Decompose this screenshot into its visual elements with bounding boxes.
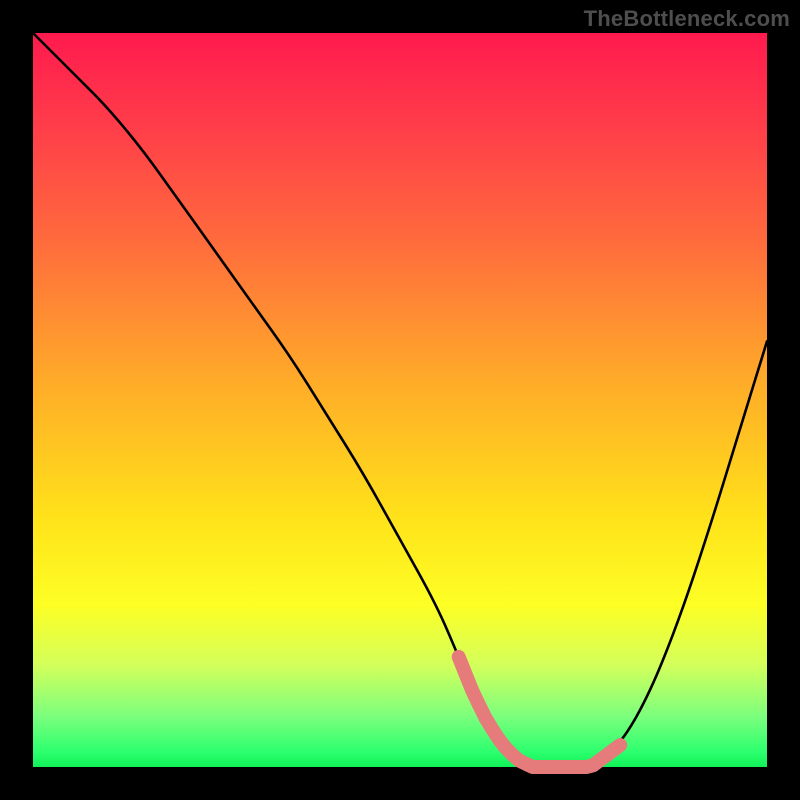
bottleneck-curve — [33, 33, 767, 767]
watermark: TheBottleneck.com — [584, 6, 790, 32]
chart-svg — [33, 33, 767, 767]
chart-canvas: TheBottleneck.com — [0, 0, 800, 800]
plateau-highlight — [459, 657, 621, 767]
